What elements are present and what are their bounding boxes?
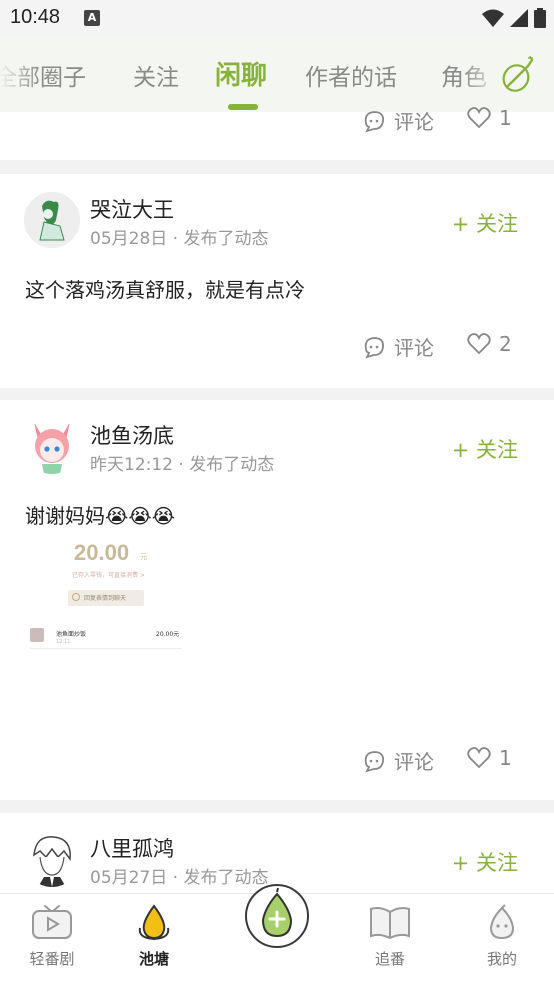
reply-emoji-button: 回复表情到聊天 bbox=[68, 590, 144, 606]
pond-icon bbox=[138, 904, 170, 941]
nav-label: 池塘 bbox=[138, 950, 169, 968]
like-button[interactable]: 2 bbox=[467, 332, 512, 356]
post-card[interactable]: 池鱼汤底 昨天12:12 · 发布了动态 + 关注 谢谢妈妈😭😭😭 20.00 … bbox=[0, 400, 554, 800]
heart-icon bbox=[467, 107, 491, 129]
comment-icon bbox=[364, 336, 384, 358]
wifi-icon bbox=[482, 9, 504, 27]
like-button[interactable]: 1 bbox=[467, 106, 512, 130]
battery-icon bbox=[534, 8, 546, 28]
transfer-row-time: 12:11 bbox=[56, 639, 71, 645]
avatar[interactable] bbox=[24, 418, 80, 474]
avatar[interactable] bbox=[24, 192, 80, 248]
transfer-subtext: 已存入零钱，可直接消费 > bbox=[72, 572, 145, 579]
add-pear-icon bbox=[261, 887, 293, 938]
like-count: 1 bbox=[499, 746, 512, 770]
post-card[interactable]: 哭泣大王 05月28日 · 发布了动态 + 关注 这个落鸡汤真舒服，就是有点冷 … bbox=[0, 174, 554, 388]
notification-icon: A bbox=[84, 10, 100, 26]
post-meta: 昨天12:12 · 发布了动态 bbox=[90, 455, 275, 475]
post-content: 这个落鸡汤真舒服，就是有点冷 bbox=[25, 278, 305, 302]
like-count: 2 bbox=[499, 332, 512, 356]
post-image[interactable]: 20.00 元 已存入零钱，可直接消费 > 回复表情到聊天 池鱼面炒饭 12:1… bbox=[26, 540, 186, 652]
category-tab-bar: 全部圈子 关注 闲聊 作者的话 角色 bbox=[0, 38, 554, 112]
book-icon bbox=[370, 907, 410, 940]
transfer-row-amount: 20.00元 bbox=[156, 631, 180, 638]
nav-label: 轻番剧 bbox=[29, 950, 75, 968]
status-time: 10:48 bbox=[10, 6, 61, 28]
signal-icon bbox=[510, 9, 528, 27]
heart-icon bbox=[467, 333, 491, 355]
pear-face-icon bbox=[489, 904, 515, 940]
active-tab-indicator bbox=[228, 104, 258, 110]
comment-label: 评论 bbox=[394, 750, 434, 774]
avatar[interactable] bbox=[24, 831, 80, 887]
nav-item-mine[interactable]: 我的 bbox=[462, 904, 542, 969]
tab-author-words[interactable]: 作者的话 bbox=[305, 58, 397, 92]
transfer-amount: 20.00 bbox=[74, 540, 130, 565]
transfer-divider bbox=[30, 648, 182, 649]
transfer-amount-unit: 元 bbox=[140, 553, 147, 561]
follow-button[interactable]: + 关注 bbox=[452, 434, 518, 464]
tab-fade-left bbox=[0, 38, 40, 112]
nav-label: 追番 bbox=[374, 950, 405, 968]
author-name[interactable]: 八里孤鸿 bbox=[90, 833, 174, 863]
nav-item-pond[interactable]: 池塘 bbox=[114, 904, 194, 969]
author-name[interactable]: 哭泣大王 bbox=[90, 194, 174, 224]
post-content: 谢谢妈妈😭😭😭 bbox=[25, 504, 176, 528]
author-name[interactable]: 池鱼汤底 bbox=[90, 420, 174, 450]
comment-icon bbox=[364, 110, 384, 132]
smile-icon bbox=[72, 593, 80, 601]
like-button[interactable]: 1 bbox=[467, 746, 512, 770]
add-post-button[interactable] bbox=[245, 884, 309, 948]
follow-button[interactable]: + 关注 bbox=[452, 847, 518, 877]
comment-icon bbox=[364, 750, 384, 772]
post-meta: 05月28日 · 发布了动态 bbox=[90, 229, 269, 249]
comment-label: 评论 bbox=[394, 336, 434, 360]
transfer-row-name: 池鱼面炒饭 bbox=[56, 631, 87, 638]
tv-icon bbox=[32, 905, 72, 939]
nav-label: 我的 bbox=[486, 950, 517, 968]
bottom-navigation: 轻番剧 池塘 追番 我的 bbox=[0, 884, 554, 985]
nav-item-follow-anime[interactable]: 追番 bbox=[350, 904, 430, 969]
comment-button[interactable]: 评论 bbox=[362, 746, 434, 775]
post-card-partial: 评论 1 bbox=[0, 106, 554, 160]
post-card[interactable]: 八里孤鸿 05月27日 · 发布了动态 + 关注 bbox=[0, 813, 554, 893]
heart-icon bbox=[467, 747, 491, 769]
nav-item-light-drama[interactable]: 轻番剧 bbox=[12, 904, 92, 969]
post-meta: 05月27日 · 发布了动态 bbox=[90, 868, 269, 888]
comment-button[interactable]: 评论 bbox=[362, 332, 434, 361]
comment-label: 评论 bbox=[394, 110, 434, 134]
tab-following[interactable]: 关注 bbox=[133, 58, 179, 92]
write-post-icon[interactable] bbox=[498, 54, 538, 94]
comment-button[interactable]: 评论 bbox=[362, 106, 434, 135]
reply-emoji-label: 回复表情到聊天 bbox=[84, 595, 127, 602]
tab-fade-right bbox=[462, 38, 502, 112]
tab-chat[interactable]: 闲聊 bbox=[215, 55, 267, 92]
transfer-avatar bbox=[30, 628, 44, 642]
like-count: 1 bbox=[499, 106, 512, 130]
follow-button[interactable]: + 关注 bbox=[452, 208, 518, 238]
status-bar: 10:48 A bbox=[0, 0, 554, 38]
